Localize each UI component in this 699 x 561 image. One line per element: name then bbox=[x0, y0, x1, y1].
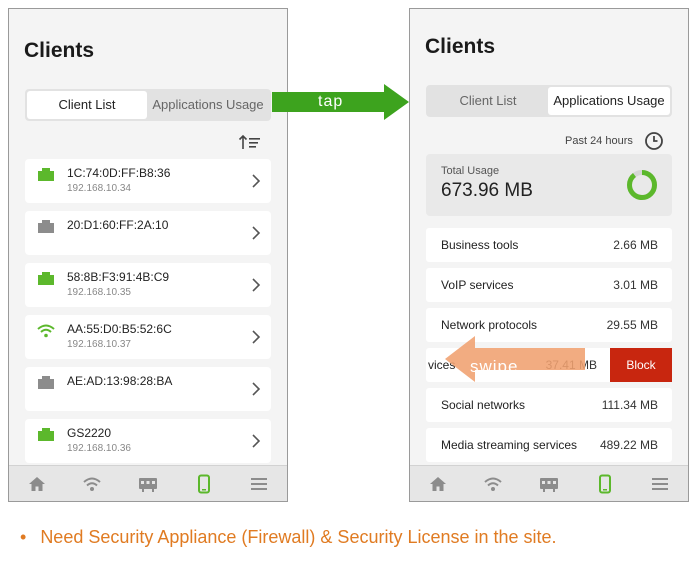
nav-home[interactable] bbox=[27, 474, 47, 494]
chevron-right-icon bbox=[252, 226, 261, 240]
tap-label: tap bbox=[318, 93, 344, 110]
ethernet-icon bbox=[38, 428, 54, 441]
mobile-icon bbox=[599, 474, 611, 494]
switch-icon bbox=[540, 478, 558, 492]
switch-icon bbox=[139, 478, 157, 492]
client-ip: 192.168.10.36 bbox=[67, 443, 131, 454]
page-title: Clients bbox=[24, 39, 95, 62]
client-name: AA:55:D0:B5:52:6C bbox=[67, 322, 172, 336]
app-usage: 29.55 MB bbox=[606, 318, 658, 332]
client-ip: 192.168.10.34 bbox=[67, 183, 131, 194]
chevron-right-icon bbox=[252, 330, 261, 344]
chevron-right-icon bbox=[252, 382, 261, 396]
time-range-label: Past 24 hours bbox=[565, 135, 633, 147]
app-name: Network protocols bbox=[441, 318, 538, 332]
client-ip: 192.168.10.37 bbox=[67, 339, 131, 350]
block-button[interactable]: Block bbox=[610, 348, 672, 382]
page-title: Clients bbox=[425, 35, 496, 58]
chevron-right-icon bbox=[252, 278, 261, 292]
client-name: 1C:74:0D:FF:B8:36 bbox=[67, 166, 171, 180]
app-name: VoIP services bbox=[441, 278, 514, 292]
wifi-icon bbox=[37, 324, 55, 338]
client-row[interactable]: 58:8B:F3:91:4B:C9 192.168.10.35 bbox=[25, 263, 271, 307]
footer-note: • Need Security Appliance (Firewall) & Se… bbox=[20, 527, 557, 548]
home-icon bbox=[29, 477, 45, 491]
ethernet-icon bbox=[38, 168, 54, 181]
client-row[interactable]: 1C:74:0D:FF:B8:36 192.168.10.34 bbox=[25, 159, 271, 203]
nav-switch[interactable] bbox=[539, 474, 559, 494]
menu-icon bbox=[251, 478, 267, 490]
nav-menu[interactable] bbox=[650, 474, 670, 494]
app-name: Business tools bbox=[441, 238, 519, 252]
app-row[interactable]: Media streaming services 489.22 MB bbox=[426, 428, 672, 462]
nav-menu[interactable] bbox=[249, 474, 269, 494]
tab-client-list[interactable]: Client List bbox=[27, 91, 147, 119]
nav-clients[interactable] bbox=[194, 474, 214, 494]
client-ip: 192.168.10.35 bbox=[67, 287, 131, 298]
app-usage: 111.34 MB bbox=[601, 398, 658, 412]
total-usage-value: 673.96 MB bbox=[441, 180, 533, 201]
segmented-control: Client List Applications Usage bbox=[426, 85, 672, 117]
clock-icon[interactable] bbox=[644, 131, 664, 151]
client-name: 20:D1:60:FF:2A:10 bbox=[67, 218, 169, 232]
usage-donut-icon bbox=[627, 170, 657, 200]
client-row[interactable]: GS2220 192.168.10.36 bbox=[25, 419, 271, 463]
nav-switch[interactable] bbox=[138, 474, 158, 494]
nav-home[interactable] bbox=[428, 474, 448, 494]
app-usage: 489.22 MB bbox=[599, 438, 658, 452]
wifi-icon bbox=[83, 477, 101, 491]
tab-client-list[interactable]: Client List bbox=[428, 87, 548, 115]
ethernet-icon bbox=[38, 220, 54, 233]
app-row[interactable]: VoIP services 3.01 MB bbox=[426, 268, 672, 302]
nav-wifi[interactable] bbox=[82, 474, 102, 494]
app-usage: 2.66 MB bbox=[613, 238, 658, 252]
ethernet-icon bbox=[38, 376, 54, 389]
client-name: GS2220 bbox=[67, 426, 112, 440]
menu-icon bbox=[652, 478, 668, 490]
tab-applications-usage[interactable]: Applications Usage bbox=[147, 91, 269, 119]
chevron-right-icon bbox=[252, 434, 261, 448]
applications-usage-screen: Clients Client List Applications Usage P… bbox=[409, 8, 689, 502]
ethernet-icon bbox=[38, 272, 54, 285]
chevron-right-icon bbox=[252, 174, 261, 188]
app-name: Social networks bbox=[441, 398, 526, 412]
bottom-nav bbox=[9, 465, 287, 501]
client-list-screen: Clients Client List Applications Usage 1… bbox=[8, 8, 288, 502]
swipe-label: swipe bbox=[470, 357, 519, 376]
mobile-icon bbox=[198, 474, 210, 494]
tab-applications-usage[interactable]: Applications Usage bbox=[548, 87, 670, 115]
client-name: 58:8B:F3:91:4B:C9 bbox=[67, 270, 170, 284]
wifi-icon bbox=[484, 477, 502, 491]
client-row[interactable]: AE:AD:13:98:28:BA bbox=[25, 367, 271, 411]
app-name: Media streaming services bbox=[441, 438, 578, 452]
footer-note-text: Need Security Appliance (Firewall) & Sec… bbox=[40, 527, 557, 547]
client-row[interactable]: 20:D1:60:FF:2A:10 bbox=[25, 211, 271, 255]
sort-ascending-icon[interactable] bbox=[238, 133, 262, 151]
app-usage: 3.01 MB bbox=[613, 278, 658, 292]
segmented-control: Client List Applications Usage bbox=[25, 89, 271, 121]
home-icon bbox=[430, 477, 446, 491]
total-usage-label: Total Usage bbox=[441, 165, 500, 177]
app-row[interactable]: Business tools 2.66 MB bbox=[426, 228, 672, 262]
client-row[interactable]: AA:55:D0:B5:52:6C 192.168.10.37 bbox=[25, 315, 271, 359]
client-name: AE:AD:13:98:28:BA bbox=[67, 374, 173, 388]
nav-clients[interactable] bbox=[595, 474, 615, 494]
total-usage-card: Total Usage 673.96 MB bbox=[426, 154, 672, 216]
bottom-nav bbox=[410, 465, 688, 501]
bullet-icon: • bbox=[20, 527, 27, 547]
app-row[interactable]: Social networks 111.34 MB bbox=[426, 388, 672, 422]
nav-wifi[interactable] bbox=[483, 474, 503, 494]
